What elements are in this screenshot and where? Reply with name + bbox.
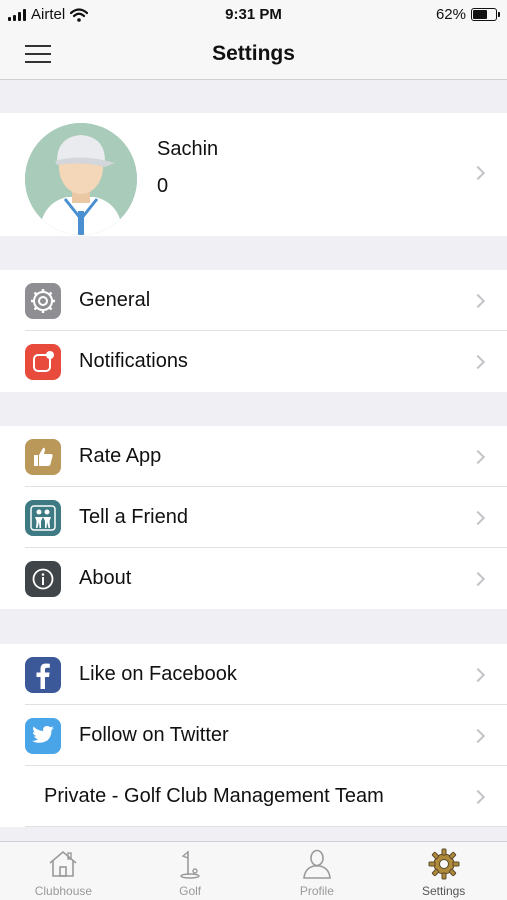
avatar: [25, 123, 137, 235]
tab-golf-label: Golf: [179, 884, 202, 898]
about-row[interactable]: About: [0, 548, 507, 609]
twitter-icon: [25, 717, 61, 754]
tab-settings-label: Settings: [421, 884, 466, 898]
chevron-right-icon: [470, 293, 486, 308]
settings-group-about: Rate App Tell a Friend About: [0, 426, 507, 609]
notifications-label: Notifications: [79, 350, 188, 372]
facebook-label: Like on Facebook: [79, 663, 237, 685]
nav-bar: Settings: [0, 30, 507, 80]
house-icon: [49, 850, 77, 877]
tell-friend-label: Tell a Friend: [79, 506, 188, 528]
golf-flag-icon: [180, 851, 200, 879]
private-team-row[interactable]: Private - Golf Club Management Team: [0, 766, 507, 827]
tab-golf[interactable]: Golf: [127, 842, 254, 900]
chevron-right-icon: [470, 165, 486, 181]
chevron-right-icon: [470, 667, 486, 682]
chevron-right-icon: [470, 571, 486, 586]
tell-friend-row[interactable]: Tell a Friend: [0, 487, 507, 548]
rate-app-row[interactable]: Rate App: [0, 426, 507, 487]
battery-icon: [471, 8, 500, 21]
person-icon: [302, 849, 331, 879]
friends-icon: [25, 499, 61, 536]
notifications-row[interactable]: Notifications: [0, 331, 507, 392]
chevron-right-icon: [470, 728, 486, 743]
status-time: 9:31 PM: [225, 6, 282, 23]
tab-profile[interactable]: Profile: [254, 842, 381, 900]
status-right: 62%: [435, 6, 500, 23]
private-team-label: Private - Golf Club Management Team: [44, 785, 384, 807]
general-label: General: [79, 289, 151, 311]
info-icon: [25, 560, 61, 597]
twitter-label: Follow on Twitter: [79, 724, 229, 746]
chevron-right-icon: [470, 449, 486, 464]
tab-profile-label: Profile: [299, 884, 334, 898]
thumbs-up-icon: [25, 438, 61, 475]
status-bar: Airtel 9:31 PM 62%: [0, 0, 507, 30]
battery-percent: 62%: [435, 6, 466, 23]
about-label: About: [79, 567, 132, 589]
gear-icon: [428, 848, 460, 880]
profile-row[interactable]: Sachin 0: [0, 113, 507, 236]
tab-clubhouse[interactable]: Clubhouse: [0, 842, 127, 900]
chevron-right-icon: [470, 354, 486, 369]
tab-bar: Clubhouse Golf Profile Settings: [0, 841, 507, 900]
page-title: Settings: [212, 42, 295, 65]
profile-name: Sachin: [157, 138, 219, 160]
tab-clubhouse-label: Clubhouse: [34, 884, 93, 898]
gear-icon: [25, 282, 61, 319]
facebook-row[interactable]: Like on Facebook: [0, 644, 507, 705]
settings-group-app: General Notifications: [0, 270, 507, 392]
notifications-icon: [25, 343, 61, 380]
rate-app-label: Rate App: [79, 445, 162, 467]
facebook-icon: [25, 656, 61, 693]
profile-count: 0: [157, 175, 169, 197]
settings-group-social: Like on Facebook Follow on Twitter Priva…: [0, 644, 507, 827]
chevron-right-icon: [470, 510, 486, 525]
twitter-row[interactable]: Follow on Twitter: [0, 705, 507, 766]
general-row[interactable]: General: [0, 270, 507, 331]
tab-settings[interactable]: Settings: [380, 842, 507, 900]
chevron-right-icon: [470, 789, 486, 804]
